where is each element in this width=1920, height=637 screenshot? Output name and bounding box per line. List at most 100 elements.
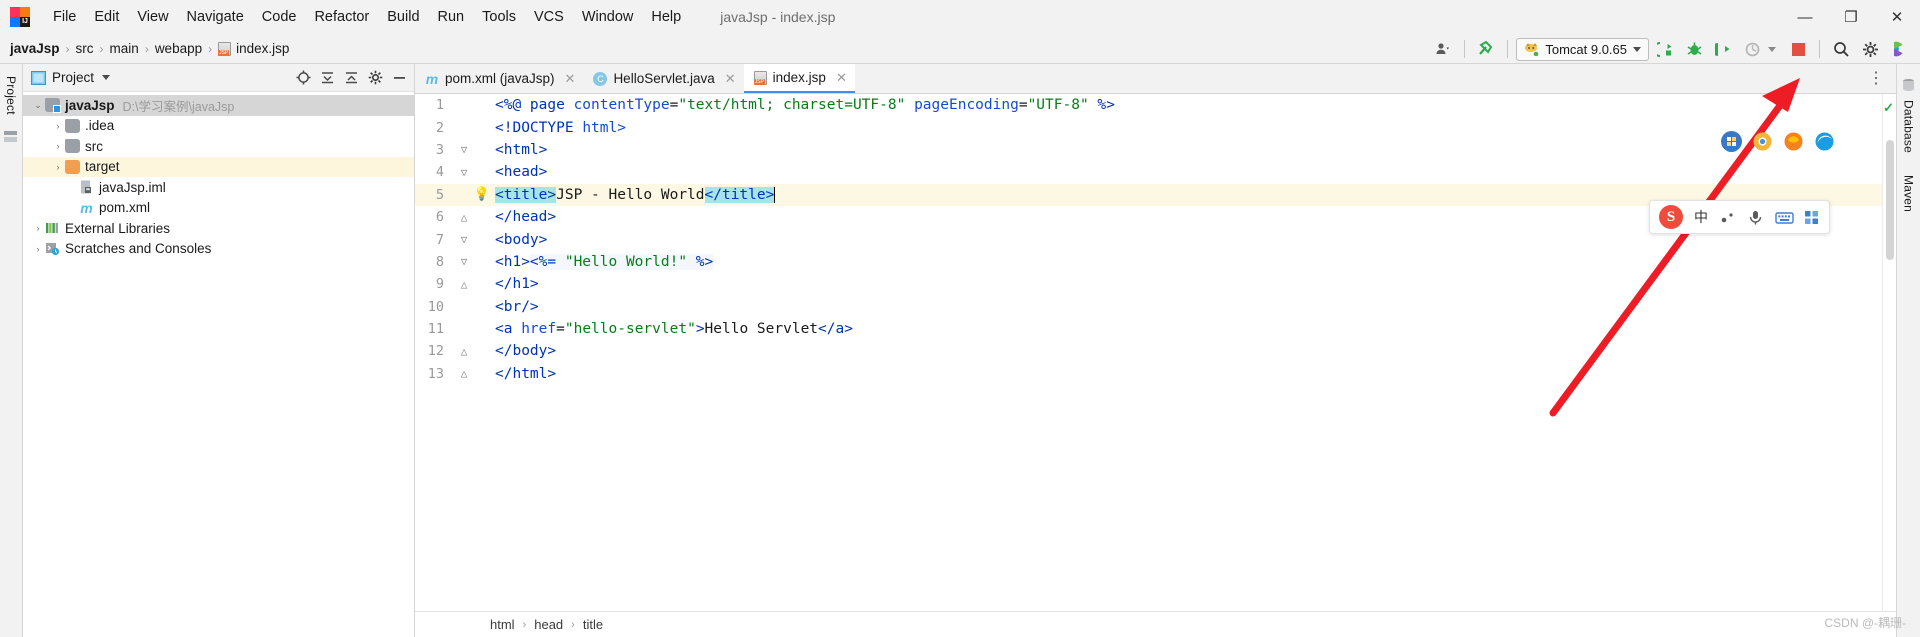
close-icon[interactable]: ✕ <box>725 71 736 87</box>
chevron-right-icon[interactable]: › <box>31 244 45 254</box>
ime-toolbox-icon[interactable] <box>1721 131 1742 152</box>
run-with-coverage-button[interactable] <box>1710 37 1736 61</box>
maximize-button[interactable]: ❐ <box>1828 0 1874 34</box>
menu-item-run[interactable]: Run <box>429 6 474 28</box>
code-lines-container[interactable]: 1 <%@ page contentType = "text/html; charse… <box>415 94 1882 611</box>
menu-item-build[interactable]: Build <box>378 6 428 28</box>
tool-window-button-database[interactable]: Database <box>1901 94 1917 159</box>
code-line[interactable]: 12 △ </body> <box>415 340 1882 362</box>
chevron-right-icon[interactable]: › <box>51 162 65 172</box>
tab-helloservlet-java[interactable]: C HelloServlet.java ✕ <box>583 64 744 93</box>
breadcrumb-item-indexjsp[interactable]: index.jsp <box>218 41 289 56</box>
collapse-all-button[interactable] <box>340 67 362 89</box>
fold-end-icon[interactable]: △ <box>455 278 473 291</box>
project-view-chevron-down-icon[interactable] <box>102 75 111 80</box>
intention-bulb-icon[interactable]: 💡 <box>473 187 491 202</box>
close-icon[interactable]: ✕ <box>836 70 847 86</box>
tool-window-button-project[interactable]: Project <box>3 70 19 121</box>
tree-item-scratches-and-consoles[interactable]: › Scratches and Consoles <box>23 239 414 260</box>
menu-item-help[interactable]: Help <box>642 6 690 28</box>
edge-browser-icon[interactable] <box>1814 131 1835 152</box>
structure-crumb-html[interactable]: html <box>490 617 515 632</box>
fold-end-icon[interactable]: △ <box>455 211 473 224</box>
database-icon[interactable] <box>1901 78 1917 94</box>
menu-item-view[interactable]: View <box>128 6 177 28</box>
chevron-right-icon[interactable]: › <box>51 141 65 151</box>
breadcrumb-item-src[interactable]: src <box>76 41 94 56</box>
menu-item-vcs[interactable]: VCS <box>525 6 573 28</box>
toolbox-grid-icon[interactable] <box>1803 209 1820 226</box>
debug-button[interactable] <box>1681 37 1707 61</box>
code-line[interactable]: 10 <br/> <box>415 296 1882 318</box>
run-button[interactable] <box>1652 37 1678 61</box>
build-project-button[interactable] <box>1473 37 1499 61</box>
editor-marker-strip[interactable]: ✓ <box>1882 94 1896 611</box>
code-line[interactable]: 13 △ </html> <box>415 363 1882 385</box>
stop-button[interactable] <box>1785 37 1811 61</box>
tree-item-external-libraries[interactable]: › External Libraries <box>23 218 414 239</box>
panel-settings-button[interactable] <box>364 67 386 89</box>
profile-button[interactable] <box>1739 37 1765 61</box>
menu-item-refactor[interactable]: Refactor <box>305 6 378 28</box>
structure-icon[interactable] <box>3 129 19 145</box>
code-line[interactable]: 11 <a href="hello-servlet">Hello Servlet<… <box>415 318 1882 340</box>
ide-updates-button[interactable] <box>1886 37 1912 61</box>
run-configuration-selector[interactable]: Tomcat 9.0.65 <box>1516 37 1649 61</box>
ime-mode-label[interactable]: 中 <box>1694 207 1708 227</box>
code-line[interactable]: 2 <!DOCTYPE html> <box>415 116 1882 138</box>
code-line[interactable]: 8 ▽ <h1><%= "Hello World!" %> <box>415 251 1882 273</box>
structure-crumb-head[interactable]: head <box>534 617 563 632</box>
tree-item-pom-xml[interactable]: m pom.xml <box>23 198 414 219</box>
code-line[interactable]: 3 ▽ <html> <box>415 139 1882 161</box>
account-button[interactable] <box>1430 37 1456 61</box>
close-button[interactable]: ✕ <box>1874 0 1920 34</box>
tree-item-src[interactable]: › src <box>23 136 414 157</box>
tree-item-target[interactable]: › target <box>23 156 414 177</box>
fold-start-icon[interactable]: ▽ <box>455 166 473 179</box>
fold-start-icon[interactable]: ▽ <box>455 143 473 156</box>
menu-item-code[interactable]: Code <box>253 6 306 28</box>
fold-start-icon[interactable]: ▽ <box>455 255 473 268</box>
tree-item-javajsp[interactable]: ⌄ javaJsp D:\学习案例\javaJsp <box>23 95 414 116</box>
settings-button[interactable] <box>1857 37 1883 61</box>
chevron-right-icon[interactable]: › <box>31 223 45 233</box>
close-icon[interactable]: ✕ <box>565 71 576 87</box>
fold-end-icon[interactable]: △ <box>455 345 473 358</box>
punctuation-icon[interactable] <box>1719 209 1736 226</box>
microphone-icon[interactable] <box>1747 209 1764 226</box>
hide-panel-button[interactable] <box>388 67 410 89</box>
menu-item-navigate[interactable]: Navigate <box>178 6 253 28</box>
fold-end-icon[interactable]: △ <box>455 367 473 380</box>
breadcrumb-item-webapp[interactable]: webapp <box>155 41 202 56</box>
fold-start-icon[interactable]: ▽ <box>455 233 473 246</box>
chevron-right-icon[interactable]: › <box>51 121 65 131</box>
code-editor[interactable]: 1 <%@ page contentType = "text/html; charse… <box>415 94 1896 611</box>
tree-item-javajsp-iml[interactable]: javaJsp.iml <box>23 177 414 198</box>
more-options-icon[interactable]: ⋮ <box>1863 68 1890 88</box>
tab-index-jsp[interactable]: index.jsp ✕ <box>743 64 855 93</box>
profile-chevron-down-icon[interactable] <box>1768 46 1776 52</box>
code-line[interactable]: 9 △ </h1> <box>415 273 1882 295</box>
breadcrumb-item-project[interactable]: javaJsp <box>10 41 60 56</box>
chevron-down-icon[interactable]: ⌄ <box>31 100 45 111</box>
menu-item-tools[interactable]: Tools <box>473 6 525 28</box>
tab-pom-xml[interactable]: m pom.xml (javaJsp) ✕ <box>415 64 584 93</box>
code-line[interactable]: 4 ▽ <head> <box>415 161 1882 183</box>
keyboard-icon[interactable] <box>1775 209 1794 226</box>
tree-item-idea[interactable]: › .idea <box>23 116 414 137</box>
expand-all-button[interactable] <box>316 67 338 89</box>
code-line[interactable]: 1 <%@ page contentType = "text/html; charse… <box>415 94 1882 116</box>
select-opened-file-button[interactable] <box>292 67 314 89</box>
menu-item-window[interactable]: Window <box>573 6 643 28</box>
tool-window-button-maven[interactable]: Maven <box>1901 169 1917 218</box>
sogou-ime-logo-icon[interactable]: S <box>1659 205 1683 229</box>
firefox-browser-icon[interactable] <box>1783 131 1804 152</box>
menu-item-edit[interactable]: Edit <box>85 6 128 28</box>
breadcrumb-item-main[interactable]: main <box>110 41 139 56</box>
editor-scrollbar-thumb[interactable] <box>1886 140 1894 260</box>
minimize-button[interactable]: — <box>1782 0 1828 34</box>
search-everywhere-button[interactable] <box>1828 37 1854 61</box>
chrome-browser-icon[interactable] <box>1752 131 1773 152</box>
structure-crumb-title[interactable]: title <box>583 617 603 632</box>
menu-item-file[interactable]: File <box>44 6 85 28</box>
